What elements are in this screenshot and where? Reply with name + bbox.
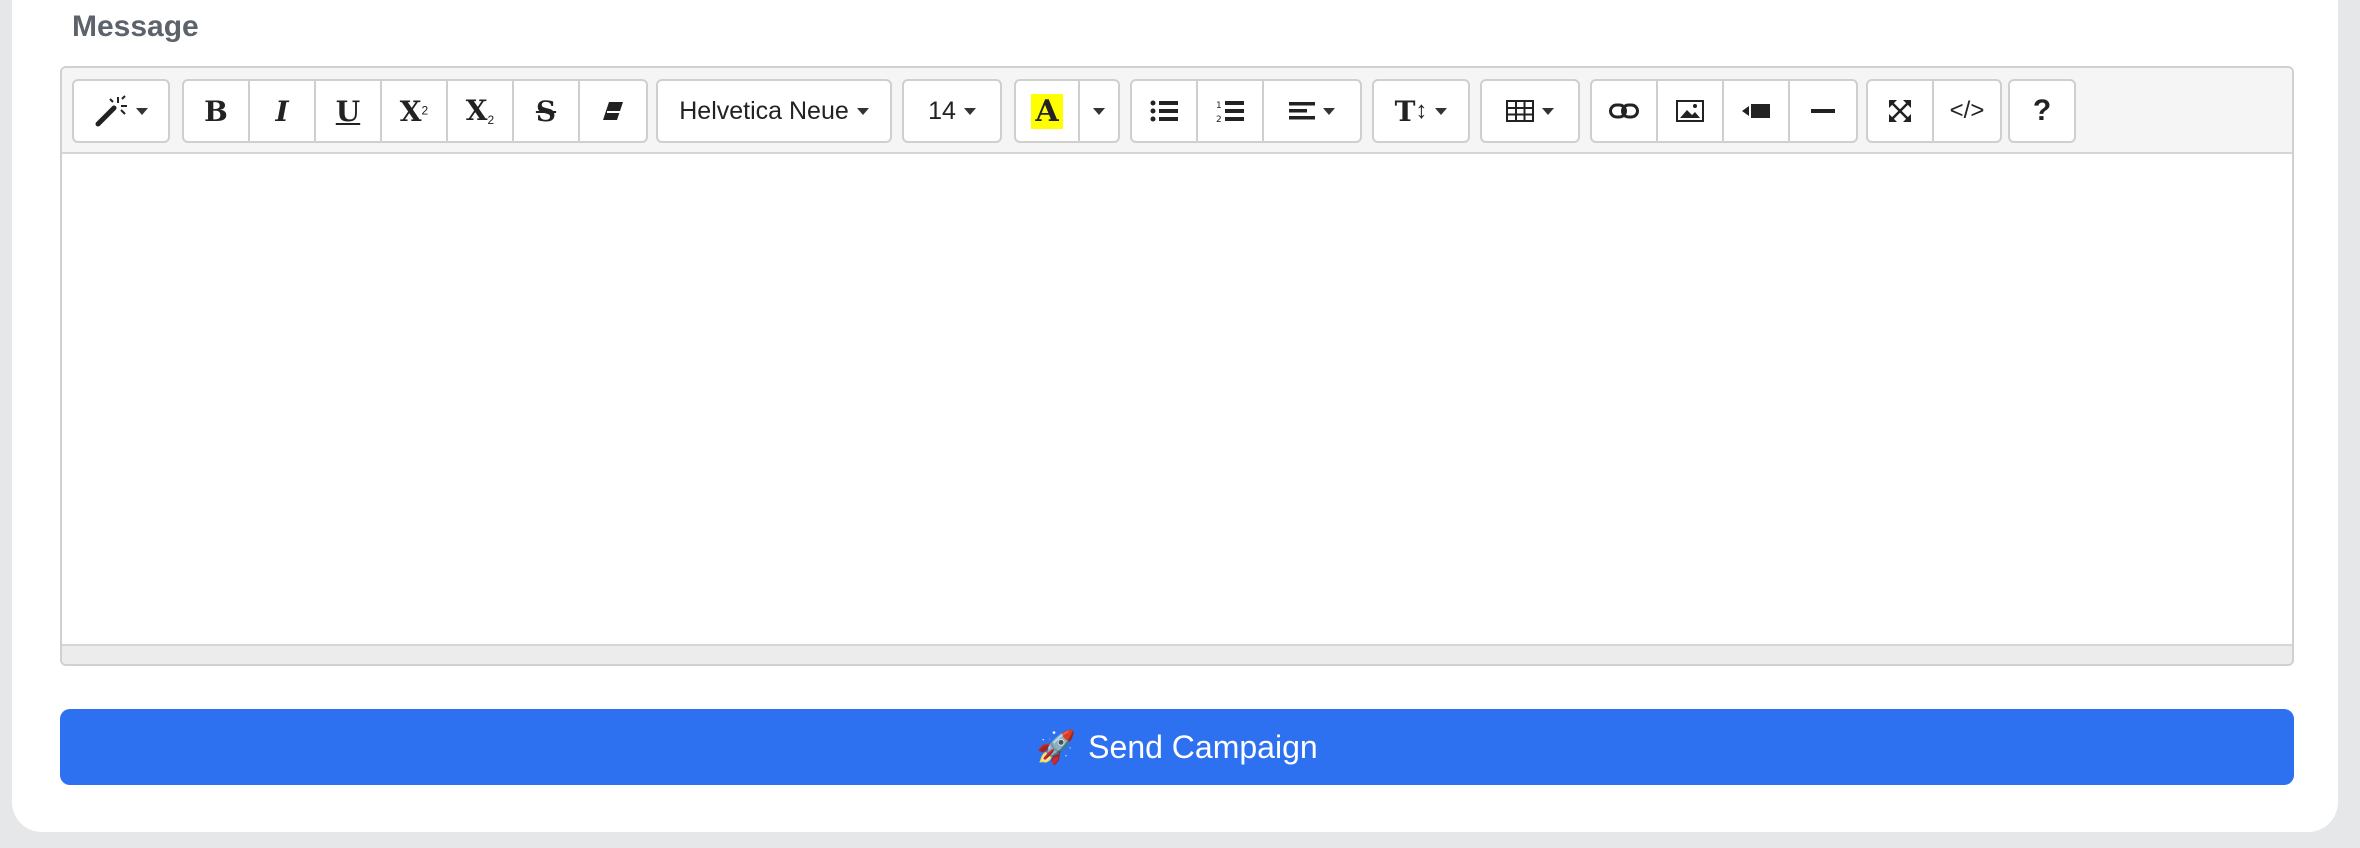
fullscreen-button[interactable] [1868, 81, 1934, 141]
send-campaign-label: Send Campaign [1088, 728, 1318, 765]
help-button[interactable]: ? [2010, 81, 2074, 141]
color-group: A [1014, 79, 1120, 143]
chevron-down-icon [1435, 107, 1448, 115]
table-icon [1506, 100, 1534, 122]
font-size-dropdown[interactable]: 14 [904, 81, 1000, 141]
video-button[interactable] [1724, 81, 1790, 141]
svg-text:1: 1 [1216, 101, 1222, 111]
line-height-icon: T ↕ [1394, 94, 1428, 128]
bold-icon: B [204, 94, 228, 128]
editor-toolbar: B I U X2 X2 S Helvetica Neue 14 A 1 2 T … [62, 68, 2292, 154]
rich-text-editor: B I U X2 X2 S Helvetica Neue 14 A 1 2 T … [60, 66, 2294, 666]
highlight-color-button[interactable]: A [1016, 81, 1080, 141]
table-group [1480, 79, 1580, 143]
magic-wand-icon [95, 95, 127, 127]
ordered-list-button[interactable]: 1 2 [1198, 81, 1264, 141]
chevron-down-icon [856, 107, 869, 115]
help-group: ? [2008, 79, 2076, 143]
code-view-button[interactable]: </> [1934, 81, 2000, 141]
chevron-down-icon [1323, 107, 1335, 115]
picture-button[interactable] [1658, 81, 1724, 141]
insert-group [1590, 79, 1858, 143]
horizontal-rule-icon [1811, 109, 1835, 113]
align-left-icon [1289, 102, 1315, 120]
subscript-icon: X2 [465, 94, 495, 128]
highlight-icon: A [1031, 93, 1063, 129]
send-campaign-button[interactable]: 🚀 Send Campaign [60, 709, 2294, 785]
font-family-value: Helvetica Neue [679, 96, 849, 125]
line-height-dropdown[interactable]: T ↕ [1374, 81, 1468, 141]
underline-button[interactable]: U [316, 81, 382, 141]
superscript-button[interactable]: X2 [382, 81, 448, 141]
horizontal-rule-button[interactable] [1790, 81, 1856, 141]
font-family-dropdown[interactable]: Helvetica Neue [658, 81, 890, 141]
ordered-list-icon: 1 2 [1216, 101, 1244, 123]
eraser-icon [603, 102, 623, 120]
help-icon: ? [2032, 94, 2052, 127]
subscript-button[interactable]: X2 [448, 81, 514, 141]
unordered-list-button[interactable] [1132, 81, 1198, 141]
font-family-group: Helvetica Neue [656, 79, 892, 143]
color-dropdown-button[interactable] [1080, 81, 1118, 141]
font-size-group: 14 [902, 79, 1002, 143]
font-size-value: 14 [928, 96, 956, 125]
paragraph-group: 1 2 [1130, 79, 1362, 143]
editor-content-area[interactable] [62, 154, 2292, 644]
italic-button[interactable]: I [250, 81, 316, 141]
link-icon [1609, 103, 1639, 119]
code-view-icon: </> [1949, 97, 1985, 124]
italic-icon: I [275, 94, 289, 128]
chevron-down-icon [1093, 107, 1105, 115]
view-group: </> [1866, 79, 2002, 143]
fullscreen-icon [1889, 100, 1911, 122]
video-icon [1742, 104, 1770, 118]
align-dropdown-button[interactable] [1264, 81, 1360, 141]
superscript-icon: X2 [399, 94, 429, 128]
link-button[interactable] [1592, 81, 1658, 141]
font-style-group: B I U X2 X2 S [182, 79, 648, 143]
unordered-list-icon [1150, 100, 1178, 122]
message-label: Message [72, 10, 199, 43]
editor-resize-bar[interactable] [62, 644, 2292, 664]
chevron-down-icon [136, 107, 148, 115]
line-height-group: T ↕ [1372, 79, 1470, 143]
strikethrough-icon: S [535, 94, 557, 128]
strikethrough-button[interactable]: S [514, 81, 580, 141]
clear-format-button[interactable] [580, 81, 646, 141]
chevron-down-icon [963, 107, 976, 115]
style-group [72, 79, 170, 143]
picture-icon [1676, 100, 1704, 122]
table-dropdown[interactable] [1482, 81, 1578, 141]
bold-button[interactable]: B [184, 81, 250, 141]
underline-icon: U [335, 94, 361, 128]
rocket-icon: 🚀 [1036, 729, 1077, 765]
chevron-down-icon [1542, 107, 1554, 115]
svg-text:2: 2 [1216, 115, 1222, 123]
style-dropdown-button[interactable] [74, 81, 168, 141]
